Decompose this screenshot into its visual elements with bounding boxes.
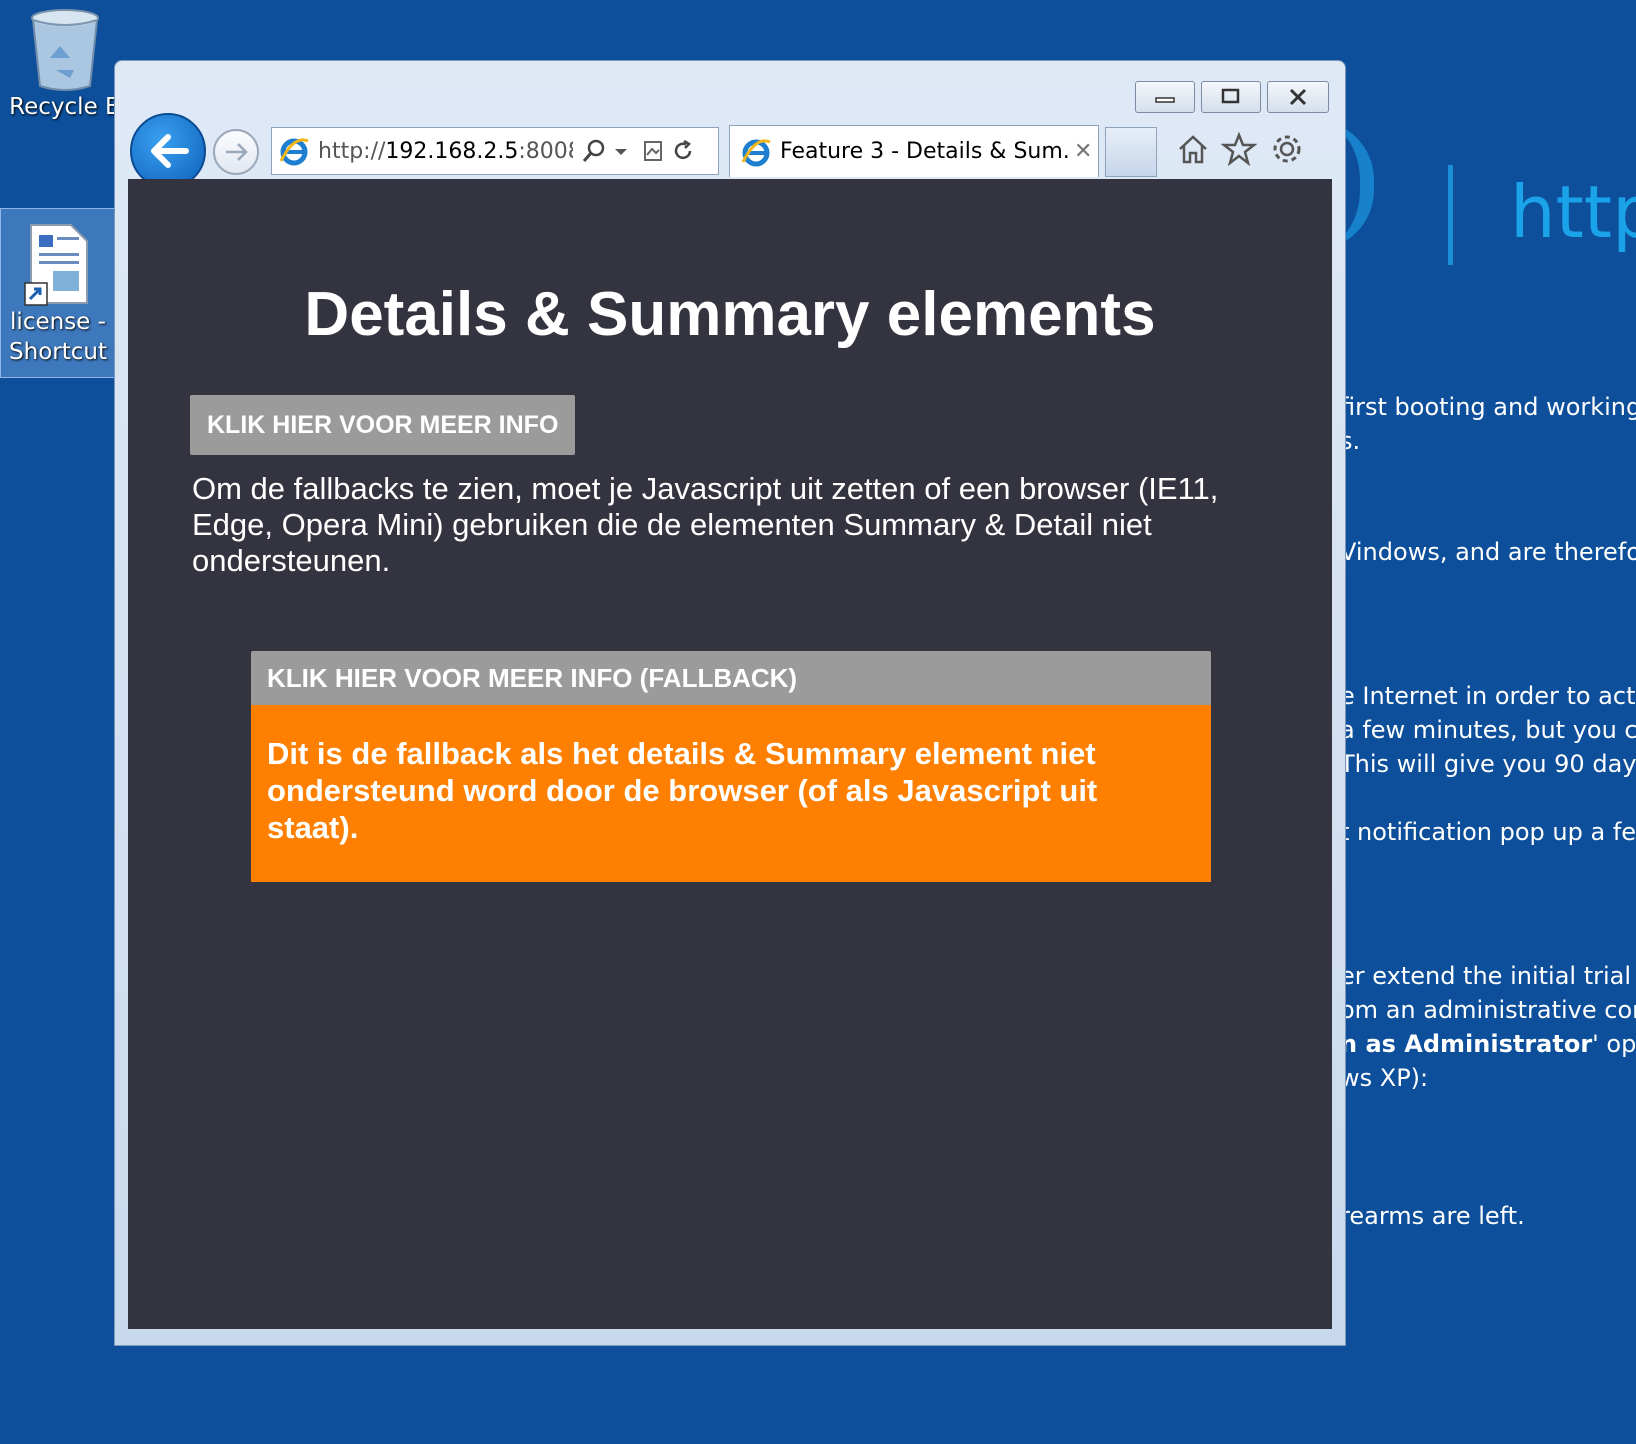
close-icon (1289, 88, 1307, 106)
wallpaper-bold-text: n as Administrator (1340, 1030, 1593, 1058)
restore-icon (1221, 88, 1240, 104)
address-url[interactable]: http://192.168.2.5:8008/# (318, 139, 573, 164)
fallback-details-body: Dit is de fallback als het details & Sum… (251, 705, 1211, 882)
wallpaper-text-line: ws XP): (1340, 1064, 1429, 1092)
page-content: Details & Summary elements KLIK HIER VOO… (128, 179, 1332, 1329)
fallback-summary-header[interactable]: KLIK HIER VOOR MEER INFO (FALLBACK) (251, 651, 1211, 705)
wallpaper-text-line: This will give you 90 day (1340, 750, 1636, 778)
license-shortcut-label-line1: license - (10, 309, 106, 335)
wallpaper-text-line: a few minutes, but you c (1340, 716, 1636, 744)
tab-title: Feature 3 - Details & Sum... (780, 139, 1068, 164)
back-arrow-icon (151, 134, 189, 168)
license-shortcut-desktop-icon[interactable]: license - Shortcut (0, 208, 116, 378)
intro-paragraph: Om de fallbacks te zien, moet je Javascr… (192, 471, 1219, 578)
home-icon[interactable] (1173, 129, 1213, 169)
wallpaper-text-line: first booting and working (1340, 393, 1636, 421)
ie-tab-icon (741, 139, 771, 166)
wallpaper-logo-divider (1448, 165, 1453, 265)
page-title: Details & Summary elements (304, 280, 1156, 349)
details-summary-button[interactable]: KLIK HIER VOOR MEER INFO (190, 395, 576, 455)
fallback-details-block: KLIK HIER VOOR MEER INFO (FALLBACK) Dit … (251, 651, 1211, 882)
document-shortcut-icon (23, 223, 93, 307)
restore-button[interactable] (1201, 81, 1261, 113)
tab-close-icon[interactable]: ✕ (1074, 139, 1092, 164)
address-bar[interactable]: http://192.168.2.5:8008/# (271, 127, 719, 175)
recycle-bin-label: Recycle B (9, 94, 121, 120)
minimize-button[interactable] (1135, 81, 1195, 113)
wallpaper-text-line: e Internet in order to acti (1340, 682, 1636, 710)
minimize-icon (1155, 97, 1175, 103)
wallpaper-text-line: Vindows, and are therefo (1340, 538, 1636, 566)
back-button[interactable] (130, 113, 206, 189)
gear-icon[interactable] (1267, 129, 1307, 169)
wallpaper-text-line: er extend the initial trial p (1340, 962, 1636, 990)
license-shortcut-label-line2: Shortcut (9, 339, 107, 365)
recycle-bin-icon (30, 8, 100, 92)
tab-feature-3[interactable]: Feature 3 - Details & Sum... ✕ (729, 125, 1099, 177)
browser-window: http://192.168.2.5:8008/# Feature 3 - De… (114, 60, 1346, 1346)
wallpaper-http-text: http (1510, 170, 1636, 254)
wallpaper-text-line: rearms are left. (1340, 1202, 1525, 1230)
close-window-button[interactable] (1267, 81, 1329, 113)
forward-button[interactable] (213, 129, 259, 175)
url-host: 192.168.2.5 (385, 138, 519, 164)
url-prefix: http:// (318, 138, 386, 164)
refresh-icon[interactable] (671, 139, 695, 163)
wallpaper-text-line: om an administrative com (1340, 996, 1636, 1024)
new-tab-button[interactable] (1105, 127, 1157, 177)
forward-arrow-icon (226, 143, 248, 161)
favorites-star-icon[interactable] (1219, 129, 1259, 169)
url-suffix: :8008/# (518, 138, 573, 164)
wallpaper-text-line: t notification pop up a fe (1340, 818, 1636, 846)
wallpaper-text-line: n as Administrator' opti (1340, 1030, 1636, 1058)
wallpaper-text-rest: ' opti (1592, 1030, 1636, 1058)
search-icon[interactable] (581, 138, 607, 164)
recycle-bin-desktop-icon[interactable]: Recycle B (0, 0, 130, 122)
compatibility-view-icon[interactable] (641, 139, 665, 163)
ie-logo-icon (279, 138, 309, 166)
chevron-down-icon[interactable] (611, 141, 631, 161)
